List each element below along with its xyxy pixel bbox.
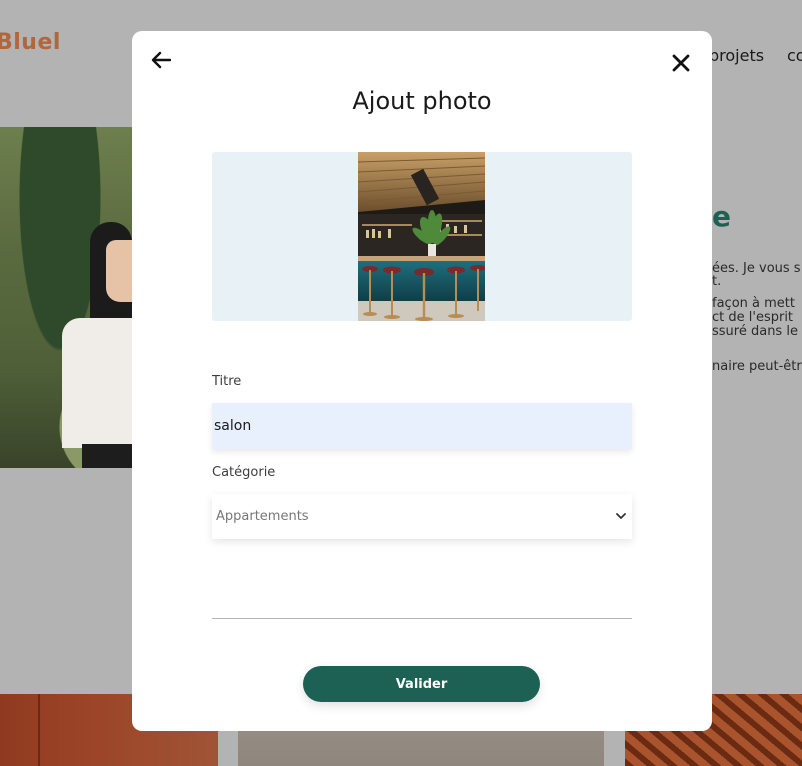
bar-interior-image xyxy=(358,152,485,321)
submit-button[interactable]: Valider xyxy=(303,666,540,702)
about-text-line: ssuré dans le xyxy=(712,324,798,339)
photo-upload-area[interactable] xyxy=(212,152,632,321)
about-text-line: ct de l'esprit xyxy=(712,310,794,325)
nav-link-projets[interactable]: projets xyxy=(709,46,764,65)
chevron-down-icon xyxy=(616,513,626,520)
arrow-left-icon xyxy=(151,51,171,69)
add-photo-modal: Ajout photo Titre salon Catégorie Appart… xyxy=(132,31,712,731)
nav-link-contact[interactable]: co xyxy=(787,46,802,65)
about-text-line: façon à mett xyxy=(712,296,795,311)
about-heading: e xyxy=(712,200,731,233)
back-button[interactable] xyxy=(150,49,172,71)
close-icon xyxy=(672,54,690,72)
about-text-line: t. xyxy=(712,274,722,289)
title-input[interactable] xyxy=(212,403,632,449)
about-text-line: ées. Je vous s xyxy=(712,261,801,276)
close-button[interactable] xyxy=(670,52,692,74)
category-selected-value: Appartements xyxy=(216,509,309,524)
form-divider xyxy=(212,618,632,619)
category-select[interactable]: Appartements xyxy=(212,494,632,539)
modal-title: Ajout photo xyxy=(352,87,492,115)
photo-preview xyxy=(358,152,485,321)
architect-portrait-person xyxy=(62,222,132,468)
category-label: Catégorie xyxy=(212,465,276,480)
title-label: Titre xyxy=(212,374,242,389)
site-logo[interactable]: Bluel xyxy=(0,30,61,55)
about-text-line: naire peut-êtr xyxy=(712,359,802,374)
